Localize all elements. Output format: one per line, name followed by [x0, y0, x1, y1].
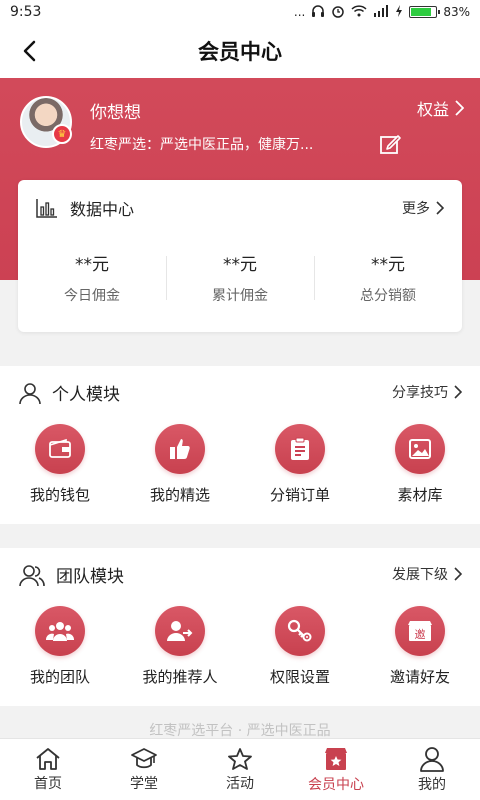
profile-slogan: 红枣严选：严选中医正品，健康万...	[90, 137, 314, 153]
stat-value: **元	[371, 255, 405, 275]
share-tips-label: 分享技巧	[392, 385, 448, 401]
grid-item-material-library[interactable]: 素材库	[360, 424, 480, 505]
chevron-right-icon	[454, 567, 462, 581]
nav-bar: 会员中心	[0, 24, 480, 78]
footer-note: 红枣严选平台 · 严选中医正品	[149, 723, 331, 739]
group-icon	[19, 564, 45, 586]
data-center-header: 数据中心	[36, 196, 134, 220]
grid-item-distribution-orders[interactable]: 分销订单	[240, 424, 360, 505]
chevron-right-icon	[436, 201, 444, 215]
invite-icon: 邀	[395, 606, 445, 656]
grid-item-label: 邀请好友	[389, 668, 450, 686]
alarm-icon	[331, 4, 345, 21]
team-module: 团队模块 发展下级 我的团队 我的推荐人 权限设置 邀 邀请好友	[0, 548, 480, 706]
member-center-icon	[325, 747, 347, 770]
image-icon	[395, 424, 445, 474]
user-icon	[420, 746, 444, 772]
tab-label: 活动	[226, 775, 254, 792]
grid-item-invite-friends[interactable]: 邀 邀请好友	[360, 606, 480, 687]
cellular-signal-icon	[373, 4, 389, 20]
tab-label: 我的	[418, 776, 446, 793]
stat-today-commission[interactable]: **元 今日佣金	[18, 250, 166, 310]
person-icon	[19, 382, 41, 404]
share-tips-link[interactable]: 分享技巧	[392, 382, 462, 402]
thumbs-up-icon	[155, 424, 205, 474]
grid-item-my-picks[interactable]: 我的精选	[120, 424, 240, 505]
stat-value: **元	[75, 255, 109, 275]
tab-label: 学堂	[130, 775, 158, 792]
tab-activity[interactable]: 活动	[192, 739, 288, 800]
status-time: 9:53	[10, 4, 42, 20]
chevron-right-icon	[454, 385, 462, 399]
charging-icon	[395, 4, 403, 20]
develop-subordinates-link[interactable]: 发展下级	[392, 564, 462, 584]
referrer-icon	[155, 606, 205, 656]
chevron-left-icon	[23, 40, 36, 62]
wifi-icon	[351, 4, 367, 20]
signal-dots: ...	[293, 5, 306, 19]
grid-item-my-team[interactable]: 我的团队	[0, 606, 120, 687]
more-label: 更多	[402, 201, 430, 217]
invite-icon-glyph: 邀	[415, 627, 426, 641]
grid-item-label: 我的团队	[29, 668, 90, 686]
grid-item-my-wallet[interactable]: 我的钱包	[0, 424, 120, 505]
stat-total-commission[interactable]: **元 累计佣金	[166, 250, 314, 310]
headphones-icon	[311, 4, 325, 21]
tab-label: 会员中心	[308, 776, 364, 793]
tab-member-center[interactable]: 会员中心	[288, 739, 384, 800]
graduation-cap-icon	[131, 747, 157, 768]
grid-item-label: 素材库	[397, 486, 443, 504]
star-icon	[228, 747, 252, 770]
battery-percent: 83%	[443, 5, 470, 19]
team-grid: 我的团队 我的推荐人 权限设置 邀 邀请好友	[0, 606, 480, 687]
chevron-right-icon	[455, 100, 464, 116]
rights-link[interactable]: 权益	[417, 96, 464, 120]
status-bar: 9:53 ... 83%	[0, 0, 480, 24]
page-title: 会员中心	[198, 40, 282, 64]
stat-label: 今日佣金	[64, 288, 120, 304]
tab-label: 首页	[34, 775, 62, 792]
bar-chart-icon	[36, 199, 57, 218]
stat-label: 累计佣金	[212, 288, 268, 304]
stat-value: **元	[223, 255, 257, 275]
stat-label: 总分销额	[360, 288, 416, 304]
data-center-title: 数据中心	[70, 200, 135, 219]
back-button[interactable]	[14, 36, 44, 66]
grid-item-label: 我的推荐人	[142, 668, 218, 686]
key-gear-icon	[275, 606, 325, 656]
team-module-header: 团队模块	[18, 562, 124, 587]
grid-item-label: 我的钱包	[29, 486, 90, 504]
develop-subordinates-label: 发展下级	[392, 567, 448, 583]
personal-module: 个人模块 分享技巧 我的钱包 我的精选 分销订单 素材库	[0, 366, 480, 524]
wallet-icon	[35, 424, 85, 474]
grid-item-label: 分销订单	[269, 486, 330, 504]
personal-grid: 我的钱包 我的精选 分销订单 素材库	[0, 424, 480, 505]
grid-item-label: 权限设置	[269, 668, 330, 686]
order-icon	[275, 424, 325, 474]
bottom-tab-bar: 首页 学堂 活动 会员中心 我的	[0, 738, 480, 800]
team-module-title: 团队模块	[56, 567, 124, 587]
data-center-more-link[interactable]: 更多	[402, 198, 444, 218]
data-center-card: 数据中心 更多 **元 今日佣金 **元 累计佣金 **元 总分销额	[18, 180, 462, 332]
stat-total-sales[interactable]: **元 总分销额	[314, 250, 462, 310]
status-icons: ... 83%	[294, 4, 470, 21]
grid-item-my-referrer[interactable]: 我的推荐人	[120, 606, 240, 687]
grid-item-label: 我的精选	[149, 486, 210, 504]
grid-item-permission-settings[interactable]: 权限设置	[240, 606, 360, 687]
personal-module-header: 个人模块	[18, 380, 120, 405]
tab-school[interactable]: 学堂	[96, 739, 192, 800]
home-icon	[36, 747, 60, 770]
crown-badge-icon: ♛	[52, 124, 72, 144]
tab-mine[interactable]: 我的	[384, 739, 480, 800]
edit-icon[interactable]	[378, 132, 402, 156]
stats-row: **元 今日佣金 **元 累计佣金 **元 总分销额	[18, 250, 462, 310]
tab-home[interactable]: 首页	[0, 739, 96, 800]
battery-icon	[409, 6, 441, 18]
username: 你想想	[90, 103, 141, 123]
personal-module-title: 个人模块	[52, 385, 120, 405]
rights-label: 权益	[416, 100, 449, 119]
team-icon	[35, 606, 85, 656]
